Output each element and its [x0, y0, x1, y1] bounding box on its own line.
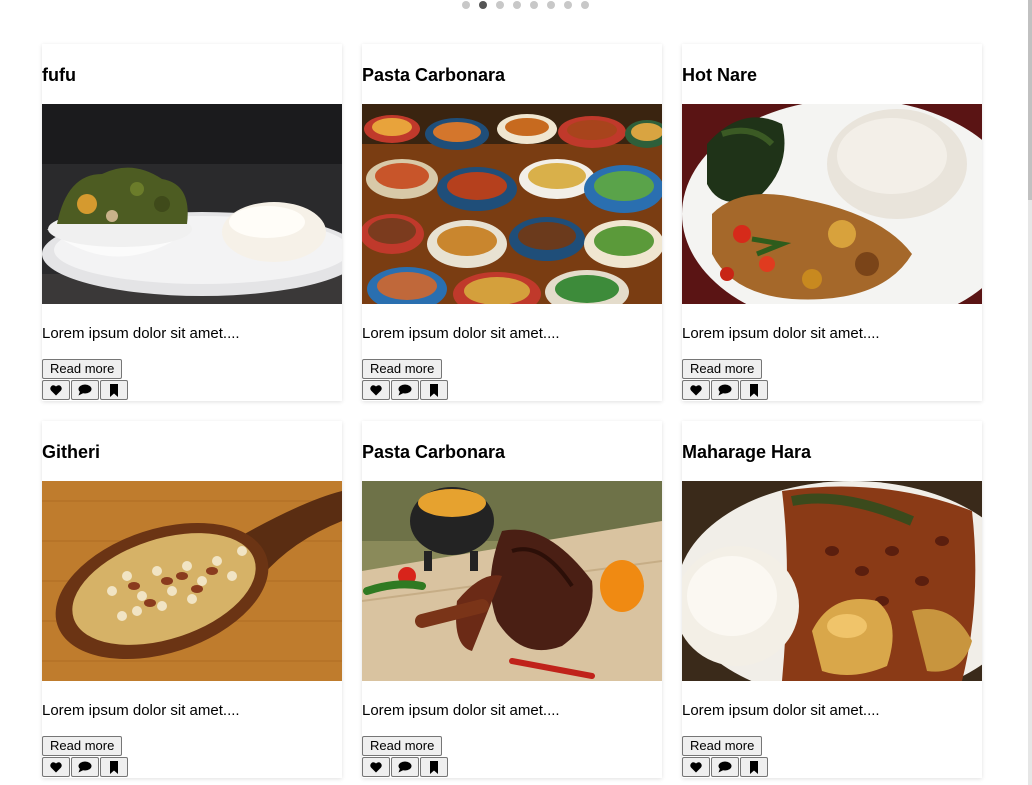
page-scrollbar[interactable] — [1028, 0, 1032, 785]
card-actions — [42, 757, 129, 777]
like-button[interactable] — [682, 380, 710, 400]
comment-button[interactable] — [391, 380, 419, 400]
bookmark-icon — [429, 760, 439, 774]
card-actions — [362, 380, 449, 400]
grilled-meat-board-photo — [362, 481, 662, 681]
card-actions — [682, 757, 769, 777]
like-button[interactable] — [42, 380, 70, 400]
bookmark-icon — [749, 383, 759, 397]
heart-icon — [50, 761, 62, 773]
bookmark-icon — [429, 383, 439, 397]
heart-icon — [50, 384, 62, 396]
heart-icon — [690, 384, 702, 396]
read-more-button[interactable]: Read more — [42, 359, 123, 379]
carousel-dot-2-active[interactable] — [479, 1, 487, 9]
card-description: Lorem ipsum dolor sit amet.... — [42, 325, 240, 342]
carousel-dot-4[interactable] — [513, 1, 521, 9]
recipe-card: Hot Nare Lorem ipsum dolor sit amet.... … — [682, 44, 982, 401]
african-food-spread-photo — [362, 104, 662, 304]
card-description: Lorem ipsum dolor sit amet.... — [42, 702, 240, 719]
recipe-card: Maharage Hara Lorem ipsum dolor sit amet — [682, 421, 982, 778]
heart-icon — [370, 761, 382, 773]
recipe-card: Pasta Carbonara Lorem ipsum dolor sit am… — [362, 44, 662, 401]
card-actions — [42, 380, 129, 400]
ugali-beans-stew-photo — [682, 481, 982, 681]
card-title: Pasta Carbonara — [362, 65, 506, 85]
card-title: Githeri — [42, 442, 101, 462]
comment-icon — [398, 384, 412, 396]
like-button[interactable] — [682, 757, 710, 777]
card-description: Lorem ipsum dolor sit amet.... — [362, 325, 560, 342]
read-more-button[interactable]: Read more — [362, 359, 443, 379]
bookmark-button[interactable] — [740, 757, 768, 777]
card-description: Lorem ipsum dolor sit amet.... — [682, 702, 880, 719]
bookmark-icon — [749, 760, 759, 774]
comment-icon — [718, 761, 732, 773]
like-button[interactable] — [42, 757, 70, 777]
heart-icon — [370, 384, 382, 396]
bookmark-button[interactable] — [100, 380, 128, 400]
carousel-dot-6[interactable] — [547, 1, 555, 9]
recipe-card: fufu Lorem ipsum dolor sit amet.... Read… — [42, 44, 342, 401]
comment-button[interactable] — [71, 757, 99, 777]
fufu-with-greens-photo — [42, 104, 342, 304]
card-actions — [362, 757, 449, 777]
comment-icon — [718, 384, 732, 396]
comment-button[interactable] — [391, 757, 419, 777]
recipe-card: Pasta Carbonara Lorem ipsum dolor sit am… — [362, 421, 662, 778]
bookmark-button[interactable] — [420, 380, 448, 400]
read-more-button[interactable]: Read more — [362, 736, 443, 756]
carousel-dot-8[interactable] — [581, 1, 589, 9]
githeri-wooden-spoon-photo — [42, 481, 342, 681]
bookmark-button[interactable] — [740, 380, 768, 400]
comment-button[interactable] — [71, 380, 99, 400]
carousel-dot-5[interactable] — [530, 1, 538, 9]
carousel-dot-7[interactable] — [564, 1, 572, 9]
card-title: Hot Nare — [682, 65, 758, 85]
carousel-dot-1[interactable] — [462, 1, 470, 9]
carousel-dot-3[interactable] — [496, 1, 504, 9]
card-title: Pasta Carbonara — [362, 442, 506, 462]
bookmark-button[interactable] — [100, 757, 128, 777]
comment-button[interactable] — [711, 380, 739, 400]
like-button[interactable] — [362, 380, 390, 400]
card-title: Maharage Hara — [682, 442, 812, 462]
read-more-button[interactable]: Read more — [682, 359, 763, 379]
read-more-button[interactable]: Read more — [682, 736, 763, 756]
comment-icon — [78, 761, 92, 773]
bookmark-icon — [109, 760, 119, 774]
card-description: Lorem ipsum dolor sit amet.... — [362, 702, 560, 719]
heart-icon — [690, 761, 702, 773]
card-actions — [682, 380, 769, 400]
card-title: fufu — [42, 65, 76, 85]
bookmark-icon — [109, 383, 119, 397]
recipe-card: Githeri Lorem ipsum dolor sit amet.... R… — [42, 421, 342, 778]
comment-icon — [398, 761, 412, 773]
bookmark-button[interactable] — [420, 757, 448, 777]
card-description: Lorem ipsum dolor sit amet.... — [682, 325, 880, 342]
comment-icon — [78, 384, 92, 396]
ugali-stew-plate-photo — [682, 104, 982, 304]
read-more-button[interactable]: Read more — [42, 736, 123, 756]
like-button[interactable] — [362, 757, 390, 777]
scrollbar-thumb[interactable] — [1028, 0, 1032, 200]
recipe-grid: fufu Lorem ipsum dolor sit amet.... Read… — [42, 44, 982, 778]
carousel-indicators — [462, 0, 589, 10]
comment-button[interactable] — [711, 757, 739, 777]
